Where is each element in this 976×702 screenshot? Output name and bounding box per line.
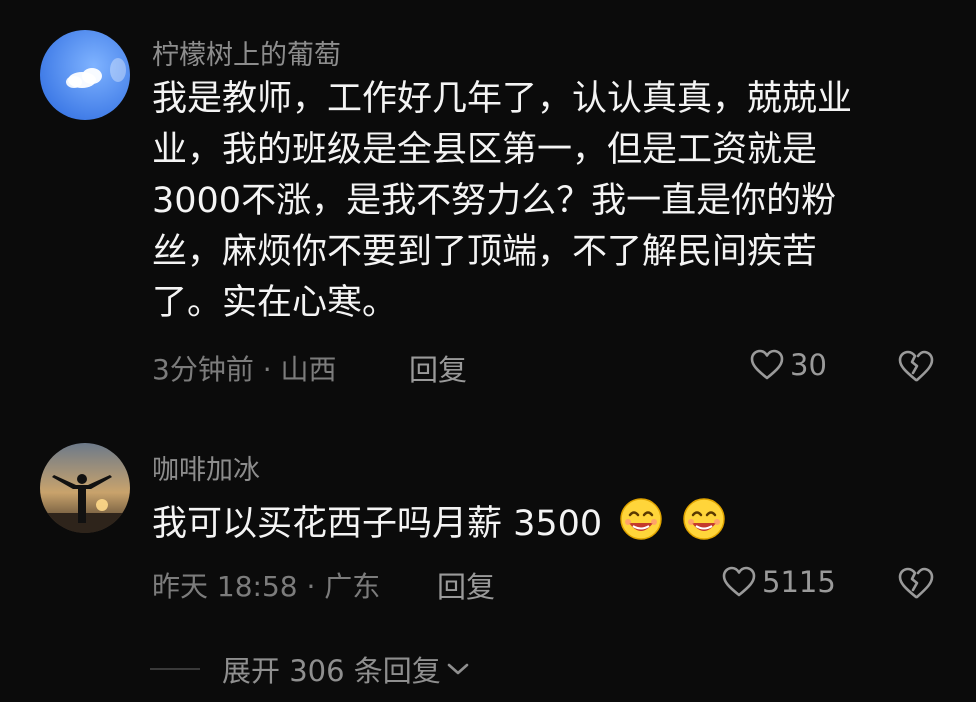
- divider: [150, 668, 200, 670]
- avatar[interactable]: [40, 443, 130, 533]
- username[interactable]: 柠檬树上的葡萄: [152, 33, 341, 72]
- username[interactable]: 咖啡加冰: [152, 448, 260, 487]
- heart-icon: [750, 349, 784, 380]
- comment-text-line: 我是教师，工作好几年了，认认真真，兢兢业: [152, 79, 853, 119]
- dislike-button[interactable]: [897, 349, 935, 387]
- heart-icon: [722, 566, 756, 597]
- expand-replies-label: 展开 306 条回复: [222, 654, 441, 688]
- comment-text-line: 我可以买花西子吗月薪 3500: [152, 504, 603, 544]
- smiling-face-icon: [620, 498, 663, 540]
- comment-item: 咖啡加冰 我可以买花西子吗月薪 3500 昨天 18:58 · 广东 回复 51…: [0, 420, 976, 630]
- smiling-face-icon: [683, 498, 726, 540]
- broken-heart-icon: [898, 350, 934, 382]
- cloud-sky-icon: [40, 30, 130, 120]
- reply-button[interactable]: 回复: [437, 564, 495, 606]
- broken-heart-icon: [898, 567, 934, 599]
- like-button[interactable]: 30: [750, 348, 827, 382]
- comment-time-location: 昨天 18:58 · 广东: [152, 570, 381, 603]
- sunset-silhouette-icon: [40, 443, 130, 533]
- comment-text-line: 了。实在心寒。: [152, 283, 398, 323]
- dislike-button[interactable]: [897, 566, 935, 604]
- comment-text: 我是教师，工作好几年了，认认真真，兢兢业 业，我的班级是全县区第一，但是工资就是…: [152, 74, 852, 329]
- comment-text-line: 3000不涨，是我不努力么？我一直是你的粉: [152, 181, 837, 221]
- comment-text-line: 丝，麻烦你不要到了顶端，不了解民间疾苦: [152, 232, 818, 272]
- like-count: 30: [790, 348, 827, 382]
- like-count: 5115: [762, 565, 836, 599]
- comment-item: 柠檬树上的葡萄 我是教师，工作好几年了，认认真真，兢兢业 业，我的班级是全县区第…: [0, 0, 976, 400]
- expand-replies-button[interactable]: 展开 306 条回复: [150, 648, 471, 690]
- avatar[interactable]: [40, 30, 130, 120]
- chevron-down-icon: [447, 663, 469, 675]
- reply-button[interactable]: 回复: [409, 347, 467, 389]
- like-button[interactable]: 5115: [722, 565, 836, 599]
- comment-time-location: 3分钟前 · 山西: [152, 353, 337, 386]
- comment-text-line: 业，我的班级是全县区第一，但是工资就是: [152, 130, 818, 170]
- comment-text: 我可以买花西子吗月薪 3500: [152, 495, 728, 550]
